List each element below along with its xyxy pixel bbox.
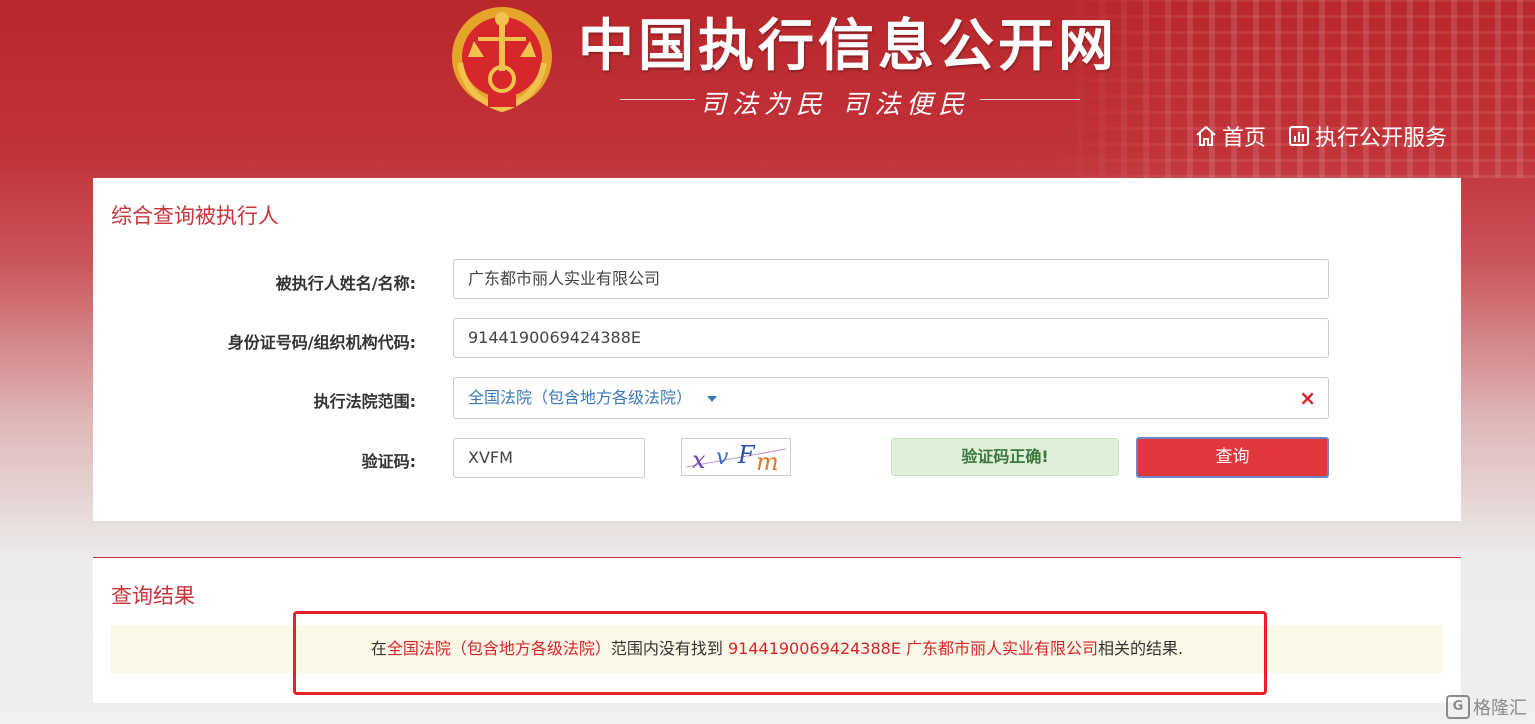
nav-home[interactable]: 首页	[1194, 120, 1266, 152]
captcha-char: F	[737, 441, 756, 469]
name-input[interactable]: 广东都市丽人实业有限公司	[453, 259, 1329, 299]
captcha-input-value: XVFM	[468, 448, 513, 467]
watermark-text: 格隆汇	[1473, 698, 1527, 719]
query-button[interactable]: 查询	[1136, 437, 1329, 478]
watermark: G 格隆汇	[1446, 694, 1527, 720]
captcha-label: 验证码:	[361, 452, 416, 471]
nav-execution-service[interactable]: 执行公开服务	[1287, 120, 1447, 152]
nav-home-label: 首页	[1222, 126, 1267, 151]
result-panel-title: 查询结果	[111, 584, 195, 608]
id-label: 身份证号码/组织机构代码:	[227, 333, 416, 352]
slogan-divider-right	[980, 99, 1080, 100]
site-slogan: 司法为民 司法便民	[700, 90, 971, 120]
captcha-char: v	[716, 445, 729, 470]
captcha-input[interactable]: XVFM	[453, 438, 645, 478]
court-label: 执行法院范围:	[313, 392, 416, 411]
nav-execution-service-label: 执行公开服务	[1315, 126, 1448, 151]
site-title: 中国执行信息公开网	[578, 13, 1118, 79]
search-panel: 综合查询被执行人 被执行人姓名/名称: 广东都市丽人实业有限公司 身份证号码/组…	[93, 178, 1461, 521]
slogan-divider-left	[620, 99, 695, 100]
captcha-image-drawing: x v F m	[685, 441, 787, 476]
court-select[interactable]: 全国法院（包含地方各级法院） ×	[453, 377, 1329, 419]
watermark-logo-icon: G	[1446, 695, 1470, 719]
caret-down-icon	[707, 395, 718, 402]
clear-icon[interactable]: ×	[1299, 378, 1316, 418]
name-label: 被执行人姓名/名称:	[275, 274, 416, 293]
home-icon	[1196, 125, 1216, 146]
id-input[interactable]: 9144190069424388E	[453, 318, 1329, 358]
captcha-char: x	[692, 446, 706, 474]
captcha-char: m	[756, 448, 779, 475]
court-select-value: 全国法院（包含地方各级法院）	[468, 388, 693, 407]
site-header: 中国执行信息公开网 司法为民 司法便民 首页 执行公开服务	[0, 0, 1535, 178]
captcha-status-badge: 验证码正确!	[891, 438, 1119, 476]
search-panel-title: 综合查询被执行人	[111, 204, 279, 228]
bar-chart-icon	[1289, 126, 1309, 146]
captcha-image[interactable]: x v F m	[681, 438, 791, 476]
court-emblem-icon	[452, 7, 552, 113]
id-input-value: 9144190069424388E	[468, 328, 641, 347]
annotation-highlight-frame	[293, 611, 1267, 695]
name-input-value: 广东都市丽人实业有限公司	[468, 269, 661, 288]
